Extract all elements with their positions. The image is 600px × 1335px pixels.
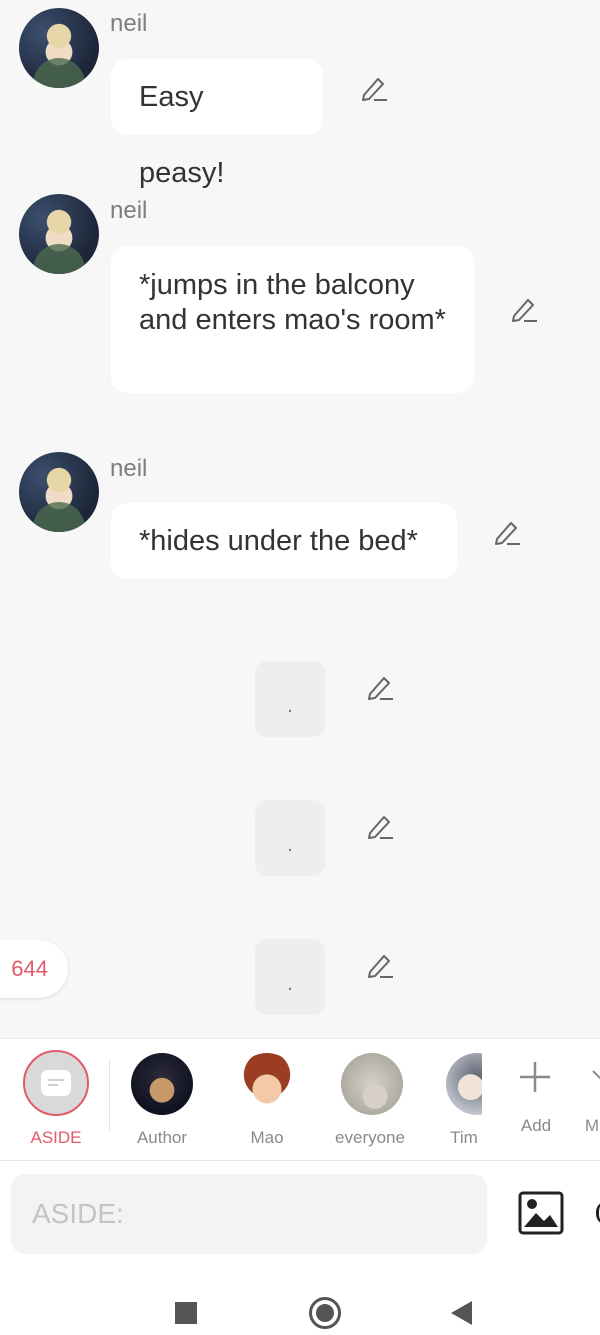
message-bubble[interactable]: *hides under the bed* bbox=[111, 503, 457, 579]
message-text: Easy peasy! bbox=[139, 81, 225, 189]
character-label: ASIDE bbox=[30, 1128, 82, 1147]
message-input[interactable] bbox=[11, 1174, 487, 1254]
loading-bubble: . bbox=[255, 800, 325, 876]
character-bar: ASIDE Author Mao everyone Tim Add M bbox=[0, 1038, 600, 1161]
character-mao[interactable]: Mao bbox=[214, 1039, 318, 1160]
sender-name: neil bbox=[110, 10, 148, 37]
edit-icon[interactable] bbox=[366, 811, 396, 841]
character-label: everyone bbox=[335, 1128, 405, 1147]
character-label: Add bbox=[520, 1116, 552, 1135]
character-everyone[interactable]: everyone bbox=[318, 1039, 422, 1160]
character-label: Mao bbox=[250, 1128, 284, 1147]
message-bubble[interactable]: *jumps in the balcony and enters mao's r… bbox=[111, 246, 474, 393]
character-aside[interactable]: ASIDE bbox=[0, 1039, 110, 1160]
sender-name: neil bbox=[110, 197, 148, 224]
character-label: Tim bbox=[450, 1128, 478, 1147]
edit-icon[interactable] bbox=[360, 73, 390, 103]
composer bbox=[0, 1161, 600, 1270]
tim-avatar bbox=[446, 1053, 482, 1115]
chevron-down-icon bbox=[592, 1070, 600, 1080]
edit-icon[interactable] bbox=[493, 517, 523, 547]
recents-button[interactable] bbox=[175, 1302, 197, 1324]
sender-name: neil bbox=[110, 455, 148, 482]
character-author[interactable]: Author bbox=[110, 1039, 214, 1160]
aside-icon bbox=[23, 1050, 89, 1116]
add-character-button[interactable]: Add bbox=[494, 1039, 578, 1160]
message-text: *jumps in the balcony and enters mao's r… bbox=[139, 269, 446, 336]
avatar[interactable] bbox=[19, 452, 99, 532]
avatar[interactable] bbox=[19, 8, 99, 88]
edit-icon[interactable] bbox=[510, 294, 540, 324]
character-label: Author bbox=[136, 1128, 188, 1147]
message-counter[interactable]: 644 bbox=[0, 940, 68, 998]
loading-bubble: . bbox=[255, 661, 325, 737]
author-avatar bbox=[131, 1053, 193, 1115]
character-tim[interactable]: Tim bbox=[422, 1039, 482, 1160]
home-button[interactable] bbox=[309, 1297, 341, 1329]
mao-avatar bbox=[236, 1053, 298, 1115]
image-icon[interactable] bbox=[518, 1191, 564, 1235]
character-label: M bbox=[585, 1116, 600, 1135]
everyone-avatar bbox=[341, 1053, 403, 1115]
back-button[interactable] bbox=[451, 1301, 472, 1325]
chat-area: neil Easy peasy! neil *jumps in the balc… bbox=[0, 0, 600, 1038]
plus-icon bbox=[520, 1062, 550, 1092]
edit-icon[interactable] bbox=[366, 950, 396, 980]
more-characters[interactable]: M bbox=[585, 1039, 600, 1160]
system-navigation bbox=[0, 1269, 600, 1335]
message-text: *hides under the bed* bbox=[139, 525, 418, 557]
loading-bubble: . bbox=[255, 939, 325, 1015]
avatar[interactable] bbox=[19, 194, 99, 274]
send-icon[interactable] bbox=[596, 1201, 600, 1225]
message-bubble[interactable]: Easy peasy! bbox=[111, 59, 323, 189]
edit-icon[interactable] bbox=[366, 672, 396, 702]
